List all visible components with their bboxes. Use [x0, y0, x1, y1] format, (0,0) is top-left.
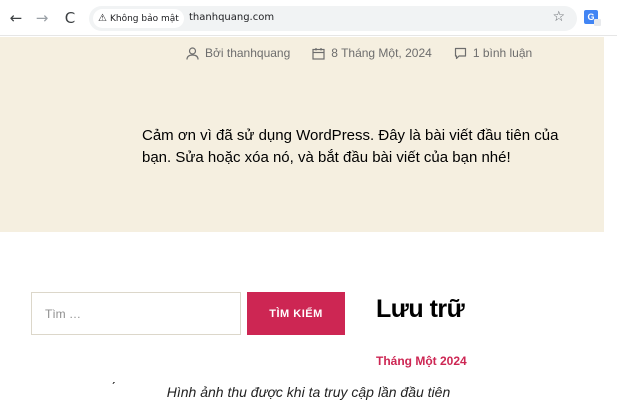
warning-icon: ⚠ [98, 13, 107, 24]
post-author[interactable]: Bởi thanhquang [186, 46, 290, 60]
post-meta: Bởi thanhquang 8 Tháng Một, 2024 1 bình … [186, 46, 554, 60]
reload-icon[interactable]: C [60, 8, 80, 28]
bookmark-star-icon[interactable]: ☆ [552, 9, 565, 25]
url-text[interactable]: thanhquang.com [189, 12, 274, 23]
comment-icon [454, 47, 466, 59]
search-input[interactable] [31, 292, 241, 335]
image-caption: Hình ảnh thu được khi ta truy cập lần đầ… [166, 384, 451, 400]
translate-icon[interactable]: G [584, 10, 601, 26]
post-date[interactable]: 8 Tháng Một, 2024 [312, 46, 432, 60]
post-body: Cảm ơn vì đã sử dụng WordPress. Đây là b… [142, 127, 559, 166]
date-label[interactable]: 8 Tháng Một, 2024 [331, 46, 432, 60]
address-bar[interactable]: ⚠ Không bảo mật thanhquang.com ☆ [89, 6, 577, 31]
user-icon [186, 46, 199, 60]
search-button[interactable]: TÌM KIẾM [247, 292, 345, 335]
archive-month-link[interactable]: Tháng Một 2024 [376, 354, 467, 368]
security-label: Không bảo mật [109, 13, 179, 24]
security-chip[interactable]: ⚠ Không bảo mật [93, 9, 184, 28]
calendar-icon [312, 47, 325, 60]
forward-arrow-icon[interactable]: → [32, 8, 52, 28]
comments-label[interactable]: 1 bình luận [473, 46, 532, 60]
archive-heading: Lưu trữ [376, 295, 465, 323]
back-arrow-icon[interactable]: ← [6, 8, 26, 28]
stray-mark: ˏ [111, 368, 116, 384]
post-content-area: Bởi thanhquang 8 Tháng Một, 2024 1 bình … [0, 37, 604, 232]
author-label[interactable]: Bởi thanhquang [205, 46, 290, 60]
browser-toolbar: ← → C ⚠ Không bảo mật thanhquang.com ☆ G [0, 0, 617, 36]
post-comments[interactable]: 1 bình luận [454, 46, 532, 60]
